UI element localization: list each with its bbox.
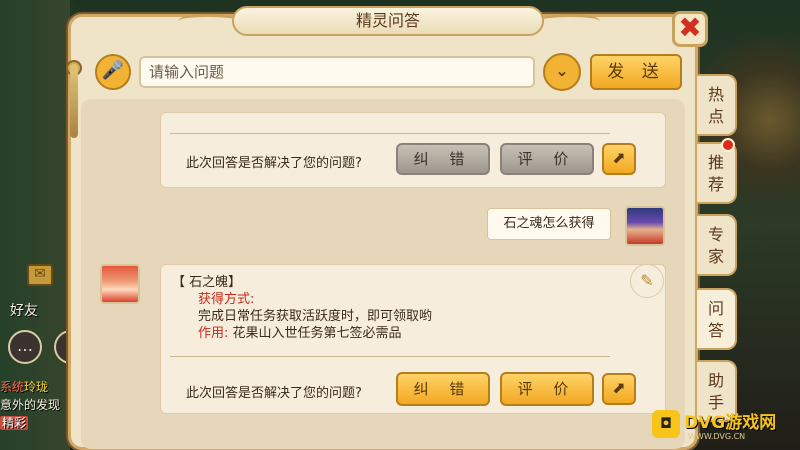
user-avatar (625, 206, 665, 246)
method-label: 获得方式: (198, 292, 255, 307)
feedback-question: 此次回答是否解决了您的问题? (186, 156, 362, 171)
log-system-tag: 系统 (0, 380, 25, 394)
microphone-icon: 🎤 (101, 60, 125, 81)
tab-qa[interactable]: 问 答 (697, 288, 737, 350)
card-divider (170, 133, 610, 134)
tab-hot[interactable]: 热 点 (697, 74, 737, 136)
chat-log: 系统玲珑 意外的发现 精彩 (0, 378, 70, 432)
notebook-icon[interactable]: ✎ (630, 264, 664, 298)
user-question-bubble: 石之魂怎么获得 (487, 208, 611, 240)
share-button[interactable]: ⬈ (602, 143, 636, 175)
assistant-avatar (100, 264, 140, 304)
answer-method-label: 获得方式: (198, 291, 254, 308)
dialog-title: 精灵问答 (232, 6, 544, 36)
share-icon: ⬈ (612, 378, 626, 397)
tab-expert[interactable]: 专 家 (697, 214, 737, 276)
close-button[interactable]: ✖ (672, 11, 708, 47)
answer-title: 【 石之魄】 (172, 275, 242, 290)
banner-ornament-left (178, 14, 238, 28)
tab-expert-label: 专 家 (707, 225, 724, 266)
watermark-text: DVG游戏网 (684, 413, 777, 433)
use-text: 花果山入世任务第七签必需品 (232, 326, 402, 341)
tab-assistant-label: 助 手 (707, 371, 724, 412)
rate-button[interactable]: 评 价 (500, 372, 594, 406)
history-dropdown-button[interactable]: ⌄ (543, 53, 581, 91)
correct-button[interactable]: 纠 错 (396, 372, 490, 406)
question-input[interactable] (139, 56, 535, 88)
feedback-question: 此次回答是否解决了您的问题? (186, 386, 362, 401)
share-button[interactable]: ⬈ (602, 373, 636, 405)
log-player-name: 玲珑 (24, 380, 49, 394)
correct-button-disabled[interactable]: 纠 错 (396, 143, 490, 175)
use-label: 作用: (198, 326, 229, 341)
chevron-down-icon: ⌄ (555, 61, 569, 80)
gamepad-icon: ◘ (652, 410, 680, 438)
friend-label[interactable]: 好友 (10, 300, 38, 320)
notification-badge (721, 138, 735, 152)
share-icon: ⬈ (612, 148, 626, 167)
log-line: 意外的发现 (0, 398, 61, 412)
answer-use: 作用: 花果山入世任务第七签必需品 (198, 325, 402, 342)
watermark: ◘ DVG游戏网 WWW.DVG.CN (652, 408, 800, 450)
tab-hot-label: 热 点 (707, 85, 724, 126)
banner-ornament-right (540, 14, 600, 28)
log-tag: 精彩 (0, 416, 29, 430)
tassel-cord (70, 64, 78, 138)
card-divider (170, 356, 610, 357)
watermark-url: WWW.DVG.CN (688, 432, 746, 441)
answer-method-text: 完成日常任务获取活跃度时，即可领取哟 (198, 309, 433, 324)
tab-recommend-label: 推 荐 (707, 153, 724, 194)
microphone-button[interactable]: 🎤 (95, 54, 131, 90)
rate-button-disabled[interactable]: 评 价 (500, 143, 594, 175)
tab-qa-label: 问 答 (707, 299, 724, 340)
mail-icon[interactable]: ✉ (27, 264, 53, 286)
chat-bubble-icon[interactable]: … (8, 330, 42, 364)
send-button[interactable]: 发 送 (590, 54, 682, 90)
